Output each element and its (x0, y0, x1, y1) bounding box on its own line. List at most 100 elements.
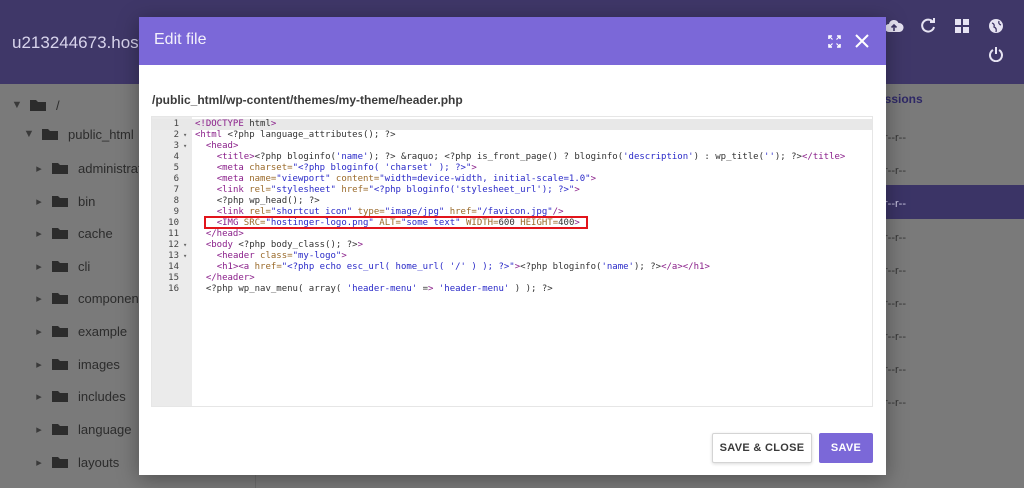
line-number: 7 (173, 185, 179, 195)
permission-value: r--r-- (884, 265, 906, 277)
tree-item-label: images (78, 356, 120, 372)
fold-toggle-icon[interactable]: ▾ (183, 240, 187, 251)
code-text: <body <?php body_class(); ?>> (205, 240, 363, 250)
chevron-right-icon[interactable]: ▸ (32, 292, 46, 305)
code-line[interactable]: 7 <link rel="stylesheet" href="<?php blo… (152, 185, 872, 196)
fold-toggle-icon[interactable]: ▾ (183, 141, 187, 152)
code-text: <html <?php language_attributes(); ?> (195, 130, 396, 140)
refresh-icon[interactable] (918, 16, 938, 36)
code-text: <?php wp_nav_menu( array( 'header-menu' … (205, 284, 553, 294)
line-number: 14 (168, 262, 179, 272)
code-text: <h1><a href="<?php echo esc_url( home_ur… (216, 262, 710, 272)
permission-value: r--r-- (884, 397, 906, 409)
tree-item[interactable]: ▸ components (32, 287, 149, 309)
tree-item[interactable]: ▸ example (32, 320, 127, 342)
tree-item-public-html[interactable]: ▼ public_html (22, 123, 134, 145)
line-number: 8 (173, 196, 179, 206)
permission-value: r--r-- (884, 165, 906, 177)
tree-root-label: / (56, 97, 60, 113)
tree-item-label: cache (78, 225, 113, 241)
permission-value: r--r-- (884, 331, 906, 343)
chevron-right-icon[interactable]: ▸ (32, 358, 46, 371)
tree-item[interactable]: ▸ cli (32, 255, 90, 277)
upload-cloud-icon[interactable] (884, 16, 904, 36)
power-icon[interactable] (986, 44, 1006, 64)
chevron-down-icon[interactable]: ▼ (10, 99, 24, 111)
fold-toggle-icon[interactable]: ▾ (183, 251, 187, 262)
code-line[interactable]: 8 <?php wp_head(); ?> (152, 196, 872, 207)
chevron-right-icon[interactable]: ▸ (32, 227, 46, 240)
code-line[interactable]: 6 <meta name="viewport" content="width=d… (152, 174, 872, 185)
line-number: 15 (168, 273, 179, 283)
folder-open-icon (42, 128, 58, 140)
tree-root[interactable]: ▼ / (10, 94, 60, 116)
folder-icon (52, 162, 68, 174)
globe-icon[interactable] (986, 16, 1006, 36)
folder-icon (52, 292, 68, 304)
chevron-down-icon[interactable]: ▼ (22, 128, 36, 140)
code-editor[interactable]: 1 <!DOCTYPE html> 2 ▾ <html <?php language_a… (151, 116, 873, 407)
tree-item[interactable]: ▸ images (32, 353, 120, 375)
modal-header: Edit file (139, 17, 886, 65)
code-line[interactable]: 5 <meta charset="<?php bloginfo( 'charse… (152, 163, 872, 174)
permission-value: r--r-- (884, 364, 906, 376)
code-line[interactable]: 12 ▾ <body <?php body_class(); ?>> (152, 240, 872, 251)
folder-icon (52, 260, 68, 272)
code-line[interactable]: 11 </head> (152, 229, 872, 240)
code-line[interactable]: 13 ▾ <header class="my-logo"> (152, 251, 872, 262)
tree-item[interactable]: ▸ administrator (32, 157, 153, 179)
close-icon[interactable] (854, 33, 870, 49)
code-text: <head> (205, 141, 239, 151)
line-number: 12 (168, 240, 179, 250)
code-line[interactable]: 4 <title><?php bloginfo('name'); ?> &raq… (152, 152, 872, 163)
code-text: <meta charset="<?php bloginfo( 'charset'… (216, 163, 477, 173)
code-text: <!DOCTYPE html> (195, 119, 277, 129)
code-line[interactable]: 14 <h1><a href="<?php echo esc_url( home… (152, 262, 872, 273)
chevron-right-icon[interactable]: ▸ (32, 325, 46, 338)
chevron-right-icon[interactable]: ▸ (32, 162, 46, 175)
code-text: <title><?php bloginfo('name'); ?> &raquo… (216, 152, 846, 162)
line-number: 10 (168, 218, 179, 228)
chevron-right-icon[interactable]: ▸ (32, 260, 46, 273)
permission-value: r--r-- (884, 232, 906, 244)
chevron-right-icon[interactable]: ▸ (32, 456, 46, 469)
code-line[interactable]: 3 ▾ <head> (152, 141, 872, 152)
chevron-right-icon[interactable]: ▸ (32, 390, 46, 403)
tree-item[interactable]: ▸ includes (32, 385, 126, 407)
permission-value: r--r-- (884, 298, 906, 310)
line-number: 4 (173, 152, 179, 162)
code-line[interactable]: 1 <!DOCTYPE html> (152, 119, 872, 130)
tree-item-label: cli (78, 258, 91, 274)
folder-icon (52, 456, 68, 468)
modal-actions (826, 33, 870, 49)
highlight-box (204, 216, 588, 229)
tree-item[interactable]: ▸ bin (32, 190, 95, 212)
modal-title: Edit file (154, 31, 207, 48)
grid-icon[interactable] (952, 16, 972, 36)
code-line[interactable]: 16 <?php wp_nav_menu( array( 'header-men… (152, 284, 872, 295)
edit-file-modal: Edit file /public_html/wp-content/themes… (139, 17, 886, 475)
tree-item[interactable]: ▸ cache (32, 222, 113, 244)
tree-item[interactable]: ▸ language (32, 418, 131, 440)
tree-item-label: includes (78, 388, 126, 404)
tree-item[interactable]: ▸ layouts (32, 451, 119, 473)
tree-item-label: bin (78, 193, 96, 209)
fold-toggle-icon[interactable]: ▾ (183, 130, 187, 141)
topbar-icons (884, 16, 1006, 36)
save-and-close-button[interactable]: SAVE & CLOSE (712, 433, 812, 463)
folder-icon (52, 195, 68, 207)
code-text: <meta name="viewport" content="width=dev… (216, 174, 597, 184)
chevron-right-icon[interactable]: ▸ (32, 423, 46, 436)
folder-icon (52, 423, 68, 435)
folder-open-icon (30, 99, 46, 111)
save-button[interactable]: SAVE (819, 433, 873, 463)
tree-item-label: layouts (78, 454, 120, 470)
chevron-right-icon[interactable]: ▸ (32, 195, 46, 208)
line-number: 16 (168, 284, 179, 294)
line-number: 11 (168, 229, 179, 239)
fullscreen-icon[interactable] (826, 33, 842, 49)
line-number: 2 (173, 130, 179, 140)
code-line[interactable]: 2 ▾ <html <?php language_attributes(); ?> (152, 130, 872, 141)
permission-value: r--r-- (884, 132, 906, 144)
code-line[interactable]: 15 </header> (152, 273, 872, 284)
